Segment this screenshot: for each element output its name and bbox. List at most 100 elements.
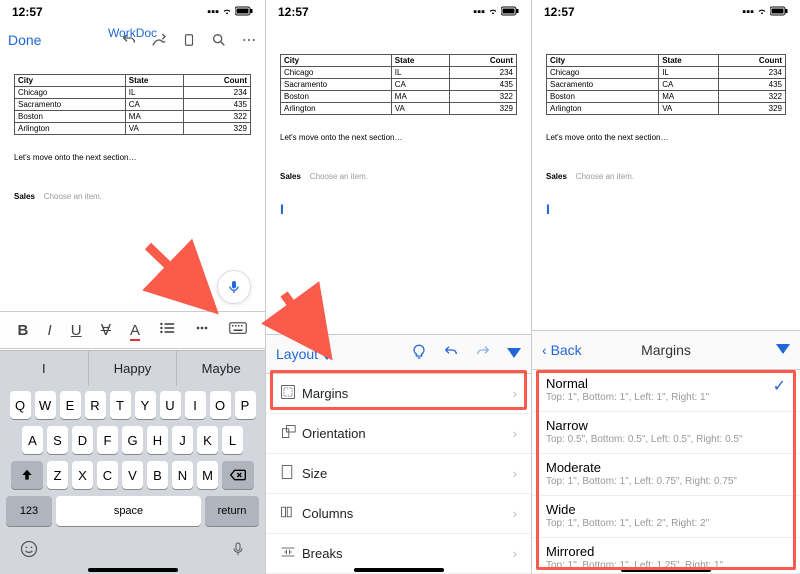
margins-options: ✓ Normal Top: 1", Bottom: 1", Left: 1", …: [532, 370, 800, 574]
suggest-3[interactable]: Maybe: [177, 351, 265, 386]
layout-tab[interactable]: Layout: [276, 346, 332, 362]
key-x[interactable]: X: [72, 461, 93, 489]
underline-button[interactable]: U: [71, 322, 82, 339]
orientation-icon: [280, 424, 302, 443]
battery-icon: [770, 6, 788, 19]
key-n[interactable]: N: [172, 461, 193, 489]
suggest-2[interactable]: Happy: [89, 351, 178, 386]
table-row: SacramentoCA435: [547, 79, 786, 91]
bullets-button[interactable]: [159, 321, 175, 339]
th-count: Count: [184, 75, 251, 87]
key-k[interactable]: K: [197, 426, 218, 454]
document-area[interactable]: City State Count ChicagoIL234 Sacramento…: [0, 64, 265, 211]
battery-icon: [235, 6, 253, 19]
check-icon: ✓: [773, 376, 786, 396]
key-e[interactable]: E: [60, 391, 81, 419]
keyboard-icon[interactable]: [229, 321, 247, 339]
key-u[interactable]: U: [160, 391, 181, 419]
italic-button[interactable]: I: [47, 322, 51, 339]
chevron-right-icon: ›: [513, 506, 517, 521]
key-t[interactable]: T: [110, 391, 131, 419]
dictate-button[interactable]: [217, 270, 251, 304]
doc-title: WorkDoc: [0, 26, 265, 40]
key-v[interactable]: V: [122, 461, 143, 489]
chevron-right-icon: ›: [513, 466, 517, 481]
status-icons: ▪▪▪: [473, 6, 519, 19]
key-row-2: A S D F G H J K L: [3, 426, 262, 454]
table-row: SacramentoCA435: [15, 99, 251, 111]
home-indicator[interactable]: [88, 568, 178, 572]
key-row-1: Q W E R T Y U I O P: [3, 391, 262, 419]
key-m[interactable]: M: [197, 461, 218, 489]
suggest-1[interactable]: I: [0, 351, 89, 386]
key-g[interactable]: G: [122, 426, 143, 454]
key-s[interactable]: S: [47, 426, 68, 454]
margin-option-wide[interactable]: Wide Top: 1", Bottom: 1", Left: 2", Righ…: [532, 496, 800, 538]
keyboard-suggestions: I Happy Maybe: [0, 350, 265, 386]
key-r[interactable]: R: [85, 391, 106, 419]
key-b[interactable]: B: [147, 461, 168, 489]
shift-key[interactable]: [11, 461, 43, 489]
collapse-icon[interactable]: [507, 345, 521, 363]
table-row: ArlingtonVA329: [547, 103, 786, 115]
home-indicator[interactable]: [354, 568, 444, 572]
table-row: ChicagoIL234: [547, 67, 786, 79]
document-area[interactable]: CityStateCount ChicagoIL234 SacramentoCA…: [532, 24, 800, 227]
key-p[interactable]: P: [235, 391, 256, 419]
wifi-icon: [222, 6, 232, 19]
clock: 12:57: [12, 5, 43, 19]
mic-button[interactable]: [230, 539, 246, 564]
backspace-key[interactable]: [222, 461, 254, 489]
home-indicator[interactable]: [621, 568, 711, 572]
sales-row: Sales Choose an item.: [280, 172, 517, 181]
key-row-4: 123 space return: [3, 496, 262, 526]
battery-icon: [501, 6, 519, 19]
menu-margins[interactable]: Margins ›: [266, 374, 531, 414]
key-y[interactable]: Y: [135, 391, 156, 419]
menu-orientation[interactable]: Orientation ›: [266, 414, 531, 454]
key-c[interactable]: C: [97, 461, 118, 489]
key-w[interactable]: W: [35, 391, 56, 419]
undo-icon[interactable]: [443, 344, 459, 365]
key-d[interactable]: D: [72, 426, 93, 454]
breaks-icon: [280, 545, 302, 562]
document-area[interactable]: CityStateCount ChicagoIL234 SacramentoCA…: [266, 24, 531, 227]
menu-columns[interactable]: Columns ›: [266, 494, 531, 534]
emoji-button[interactable]: [19, 539, 39, 564]
margin-option-moderate[interactable]: Moderate Top: 1", Bottom: 1", Left: 0.75…: [532, 454, 800, 496]
key-f[interactable]: F: [97, 426, 118, 454]
key-l[interactable]: L: [222, 426, 243, 454]
clock: 12:57: [544, 5, 575, 19]
signal-icon: ▪▪▪: [473, 6, 485, 18]
ellipsis-button[interactable]: [194, 320, 210, 340]
margin-option-normal[interactable]: ✓ Normal Top: 1", Bottom: 1", Left: 1", …: [532, 370, 800, 412]
lightbulb-icon[interactable]: [411, 344, 427, 365]
key-j[interactable]: J: [172, 426, 193, 454]
table-row: ArlingtonVA329: [281, 103, 517, 115]
table-row: BostonMA322: [15, 111, 251, 123]
space-key[interactable]: space: [56, 496, 201, 526]
text-cursor: I: [546, 201, 786, 217]
key-q[interactable]: Q: [10, 391, 31, 419]
return-key[interactable]: return: [205, 496, 259, 526]
key-z[interactable]: Z: [47, 461, 68, 489]
margin-option-narrow[interactable]: Narrow Top: 0.5", Bottom: 0.5", Left: 0.…: [532, 412, 800, 454]
sales-row: Sales Choose an item.: [14, 192, 251, 201]
key-i[interactable]: I: [185, 391, 206, 419]
data-table: CityStateCount ChicagoIL234 SacramentoCA…: [546, 54, 786, 115]
numeric-key[interactable]: 123: [6, 496, 52, 526]
body-text: Let's move onto the next section…: [546, 133, 786, 142]
body-text: Let's move onto the next section…: [280, 133, 517, 142]
status-bar: 12:57 ▪▪▪: [0, 0, 265, 24]
bold-button[interactable]: B: [18, 322, 29, 339]
key-a[interactable]: A: [22, 426, 43, 454]
chevron-right-icon: ›: [513, 426, 517, 441]
redo-icon[interactable]: [475, 344, 491, 365]
strike-button[interactable]: ∀: [101, 321, 111, 339]
th-city: City: [15, 75, 126, 87]
key-o[interactable]: O: [210, 391, 231, 419]
table-row: ChicagoIL234: [15, 87, 251, 99]
fontcolor-button[interactable]: A: [130, 322, 140, 339]
menu-size[interactable]: Size ›: [266, 454, 531, 494]
key-h[interactable]: H: [147, 426, 168, 454]
